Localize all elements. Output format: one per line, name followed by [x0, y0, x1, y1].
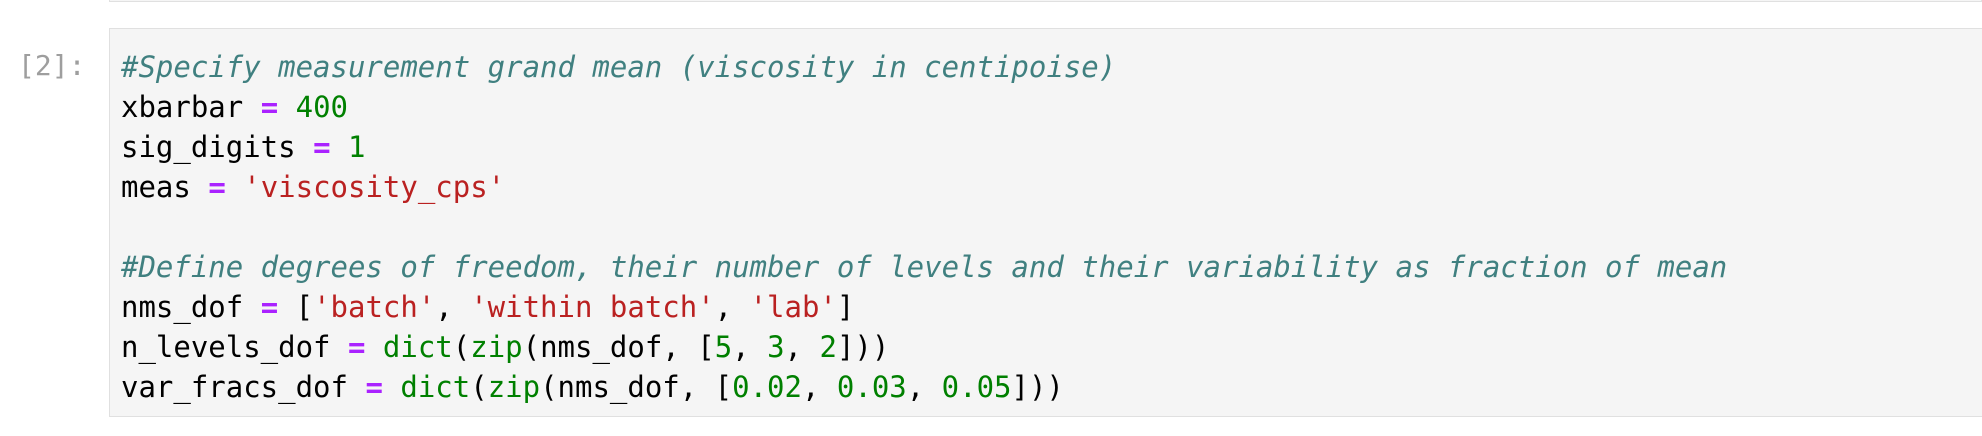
- code-number: 5: [714, 330, 733, 364]
- code-text: [: [278, 290, 314, 324]
- code-text: n_levels_dof: [121, 330, 348, 364]
- code-editor[interactable]: #Specify measurement grand mean (viscosi…: [109, 28, 1982, 417]
- code-line[interactable]: var_fracs_dof = dict(zip(nms_dof, [0.02,…: [121, 367, 1727, 407]
- code-builtin: dict: [382, 330, 453, 364]
- code-string: 'batch': [313, 290, 436, 324]
- code-builtin: dict: [400, 370, 471, 404]
- code-line[interactable]: [121, 207, 1727, 247]
- code-text: var_fracs_dof: [121, 370, 366, 404]
- code-comment: #Define degrees of freedom, their number…: [121, 250, 1728, 284]
- code-number: 0.02: [732, 370, 802, 404]
- code-string: 'viscosity_cps': [243, 170, 506, 204]
- previous-cell-edge: [109, 0, 1982, 2]
- code-operator: =: [313, 130, 331, 164]
- code-text: ,: [435, 290, 471, 324]
- code-line[interactable]: #Specify measurement grand mean (viscosi…: [121, 47, 1727, 87]
- code-operator: =: [347, 330, 366, 364]
- code-line[interactable]: n_levels_dof = dict(zip(nms_dof, [5, 3, …: [121, 327, 1727, 367]
- code-operator: =: [260, 90, 279, 124]
- code-string: 'within batch': [470, 290, 715, 324]
- code-text: ,: [732, 330, 768, 364]
- code-text: ])): [836, 330, 890, 364]
- code-number: 0.03: [836, 370, 907, 404]
- code-text: ]: [836, 290, 855, 324]
- code-text: nms_dof: [121, 290, 261, 324]
- code-string: 'lab': [749, 290, 837, 324]
- code-text: (nms_dof, [: [522, 330, 715, 364]
- code-text: ,: [906, 370, 942, 404]
- code-line[interactable]: xbarbar = 400: [121, 87, 1727, 127]
- code-text: ])): [1011, 370, 1064, 404]
- execution-count-prompt: [2]:: [18, 49, 86, 82]
- code-builtin: zip: [470, 330, 523, 364]
- code-line[interactable]: sig_digits = 1: [121, 127, 1727, 167]
- notebook-view: [2]: #Specify measurement grand mean (vi…: [0, 0, 1982, 436]
- code-number: 400: [295, 90, 349, 124]
- code-cell[interactable]: [2]: #Specify measurement grand mean (vi…: [0, 28, 1982, 417]
- code-comment: #Specify measurement grand mean (viscosi…: [121, 50, 1117, 84]
- code-number: 0.05: [941, 370, 1012, 404]
- code-line[interactable]: nms_dof = ['batch', 'within batch', 'lab…: [121, 287, 1727, 327]
- code-content[interactable]: #Specify measurement grand mean (viscosi…: [121, 47, 1727, 407]
- code-text: xbarbar: [121, 90, 261, 124]
- code-text: sig_digits: [121, 130, 314, 164]
- code-text: ,: [801, 370, 837, 404]
- code-builtin: zip: [487, 370, 541, 404]
- code-text: ,: [784, 330, 820, 364]
- code-number: 3: [767, 330, 785, 364]
- code-text: (nms_dof, [: [540, 370, 733, 404]
- code-operator: =: [208, 170, 226, 204]
- code-line[interactable]: meas = 'viscosity_cps': [121, 167, 1727, 207]
- code-text: (: [470, 370, 488, 404]
- code-number: 2: [819, 330, 837, 364]
- code-line[interactable]: #Define degrees of freedom, their number…: [121, 247, 1727, 287]
- code-text: (: [452, 330, 471, 364]
- code-operator: =: [260, 290, 279, 324]
- code-operator: =: [365, 370, 383, 404]
- code-text: ,: [714, 290, 750, 324]
- code-text: meas: [121, 170, 209, 204]
- code-number: 1: [348, 130, 366, 164]
